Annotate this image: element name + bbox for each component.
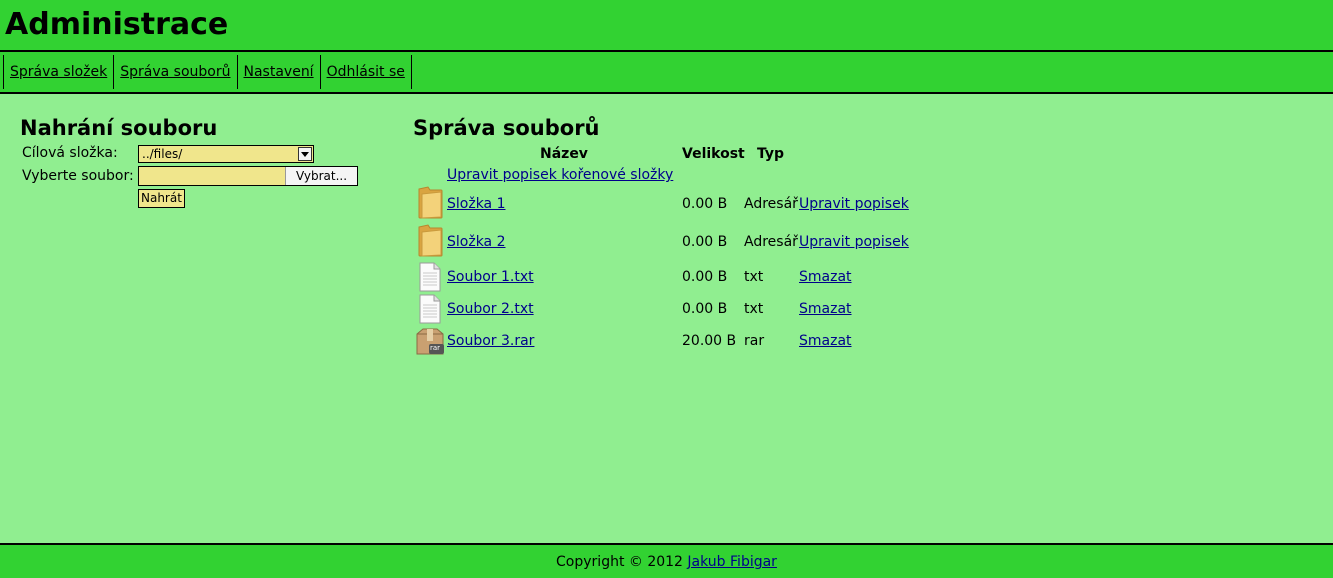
nav-link-logout[interactable]: Odhlásit se (327, 64, 405, 80)
page-title: Administrace (5, 7, 229, 42)
folder-icon (416, 223, 444, 261)
chevron-down-icon[interactable] (298, 147, 312, 161)
upload-title: Nahrání souboru (20, 116, 218, 140)
file-type: Adresář (744, 234, 798, 250)
column-header-size: Velikost (682, 146, 745, 162)
nav-link-settings[interactable]: Nastavení (244, 64, 314, 80)
nav-link-folders[interactable]: Správa složek (10, 64, 107, 80)
folder-link[interactable]: Složka 2 (447, 234, 506, 250)
text-file-icon (418, 262, 442, 296)
footer: Copyright © 2012 Jakub Fibigar (0, 543, 1333, 578)
files-title: Správa souborů (413, 116, 600, 140)
file-type: rar (744, 333, 765, 349)
nav-bar: Správa složek Správa souborů Nastavení O… (0, 52, 1333, 94)
delete-link[interactable]: Smazat (799, 333, 852, 349)
file-size: 0.00 B (682, 234, 728, 250)
edit-label-link[interactable]: Upravit popisek (799, 196, 909, 212)
copyright-text: Copyright © 2012 (556, 554, 683, 570)
browse-button[interactable]: Vybrat... (285, 167, 357, 185)
file-link[interactable]: Soubor 3.rar (447, 333, 534, 349)
author-link[interactable]: Jakub Fibigar (687, 554, 777, 570)
edit-root-label-link[interactable]: Upravit popisek kořenové složky (447, 167, 673, 183)
file-link[interactable]: Soubor 2.txt (447, 301, 534, 317)
upload-section: Nahrání souboru (20, 114, 217, 142)
folder-icon (416, 185, 444, 223)
file-label: Vyberte soubor: (22, 168, 134, 184)
text-file-icon (418, 294, 442, 328)
target-folder-select[interactable]: ../files/ (138, 145, 314, 163)
header-bar: Administrace (0, 0, 1333, 52)
upload-button[interactable]: Nahrát (138, 189, 185, 208)
nav-item-logout: Odhlásit se (319, 55, 412, 89)
rar-archive-icon: rar (415, 328, 445, 360)
nav-item-settings: Nastavení (236, 55, 320, 89)
files-section: Správa souborů (413, 114, 600, 142)
edit-label-link[interactable]: Upravit popisek (799, 234, 909, 250)
target-folder-label: Cílová složka: (22, 145, 118, 161)
delete-link[interactable]: Smazat (799, 301, 852, 317)
column-header-type: Typ (757, 146, 785, 162)
column-header-name: Název (540, 146, 588, 162)
file-type: txt (744, 301, 764, 317)
nav-item-folders: Správa složek (3, 55, 113, 89)
file-size: 20.00 B (682, 333, 737, 349)
file-size: 0.00 B (682, 301, 728, 317)
target-folder-value: ../files/ (142, 147, 183, 161)
file-size: 0.00 B (682, 269, 728, 285)
file-link[interactable]: Soubor 1.txt (447, 269, 534, 285)
file-size: 0.00 B (682, 196, 728, 212)
nav-link-files[interactable]: Správa souborů (120, 64, 230, 80)
file-type: txt (744, 269, 764, 285)
folder-link[interactable]: Složka 1 (447, 196, 506, 212)
delete-link[interactable]: Smazat (799, 269, 852, 285)
file-type: Adresář (744, 196, 798, 212)
nav-item-files: Správa souborů (113, 55, 236, 89)
file-input[interactable]: Vybrat... (138, 166, 358, 186)
